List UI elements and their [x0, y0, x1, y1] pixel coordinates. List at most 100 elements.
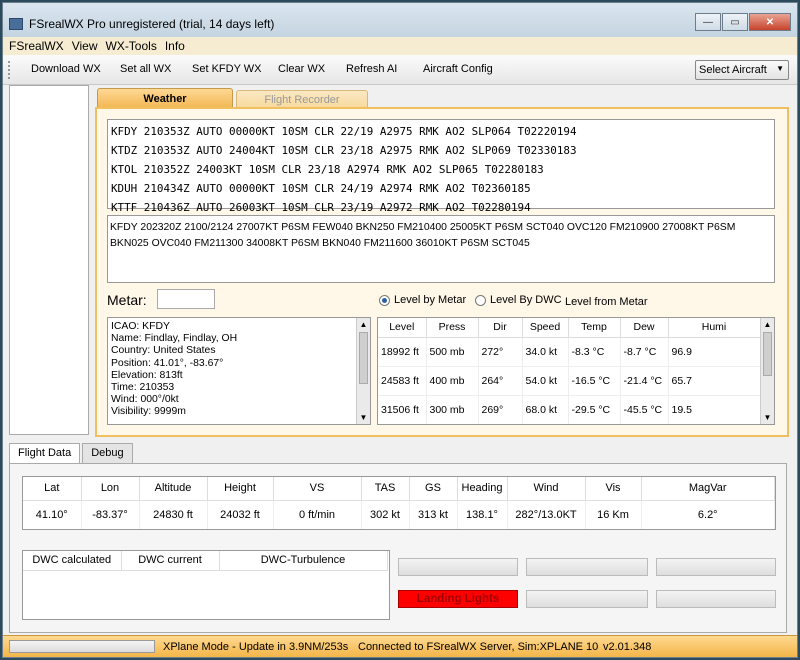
- radio-level-by-dwc[interactable]: Level By DWC: [475, 294, 562, 306]
- col-header[interactable]: Speed: [522, 318, 569, 338]
- scroll-up-icon[interactable]: ▲: [761, 318, 774, 331]
- height-value: 24032 ft: [207, 500, 274, 529]
- cell: 269°: [478, 395, 523, 424]
- cell: -29.5 °C: [568, 395, 621, 424]
- altitude-value: 24830 ft: [139, 500, 208, 529]
- table-row[interactable]: 18992 ft 500 mb 272° 34.0 kt -8.3 °C -8.…: [378, 337, 761, 367]
- col-header[interactable]: Level: [378, 318, 427, 338]
- metar-list[interactable]: KFDY 210353Z AUTO 00000KT 10SM CLR 22/19…: [107, 119, 775, 214]
- col-header[interactable]: Lat: [23, 477, 82, 501]
- col-header[interactable]: Dew: [620, 318, 669, 338]
- levels-header-row: Level Press Dir Speed Temp Dew Humi: [378, 318, 761, 338]
- col-header[interactable]: Press: [426, 318, 479, 338]
- levels-table[interactable]: Level Press Dir Speed Temp Dew Humi 1899…: [377, 317, 775, 425]
- close-button[interactable]: ✕: [749, 13, 791, 31]
- indicator: [398, 558, 518, 576]
- set-all-wx-button[interactable]: Set all WX: [120, 63, 171, 75]
- station-info-box[interactable]: ICAO: KFDY Name: Findlay, Findlay, OH Co…: [107, 317, 371, 425]
- indicator: [656, 558, 776, 576]
- col-header[interactable]: TAS: [361, 477, 410, 501]
- scroll-up-icon[interactable]: ▲: [357, 318, 370, 331]
- weather-panel: KFDY 210353Z AUTO 00000KT 10SM CLR 22/19…: [95, 107, 789, 437]
- col-header[interactable]: Height: [207, 477, 274, 501]
- cell: 500 mb: [426, 337, 479, 367]
- col-header[interactable]: Dir: [478, 318, 523, 338]
- scroll-down-icon[interactable]: ▼: [357, 411, 370, 424]
- radio-unselected-icon: [475, 294, 486, 306]
- cell: 18992 ft: [378, 337, 427, 367]
- scroll-thumb[interactable]: [763, 332, 772, 376]
- metar-input[interactable]: [157, 289, 215, 309]
- scrollbar[interactable]: ▲ ▼: [356, 318, 370, 424]
- col-header[interactable]: DWC-Turbulence: [219, 551, 388, 571]
- cell: 24583 ft: [378, 366, 427, 396]
- metar-line: KDUH 210434Z AUTO 00000KT 10SM CLR 24/19…: [111, 182, 531, 195]
- select-aircraft-dropdown[interactable]: Select Aircraft ▼: [695, 60, 789, 80]
- dwc-header-row: DWC calculated DWC current DWC-Turbulenc…: [23, 551, 388, 571]
- status-version: v2.01.348: [603, 641, 652, 653]
- indicator: [656, 590, 776, 608]
- info-line: Position: 41.01°, -83.67°: [111, 357, 224, 369]
- tab-weather[interactable]: Weather: [97, 88, 233, 108]
- cell: 65.7: [668, 366, 761, 396]
- info-line: ICAO: KFDY: [111, 321, 170, 332]
- col-header[interactable]: Heading: [457, 477, 508, 501]
- cell: 34.0 kt: [522, 337, 569, 367]
- scroll-thumb[interactable]: [359, 332, 368, 384]
- aircraft-config-button[interactable]: Aircraft Config: [423, 63, 493, 75]
- toolbar-grip[interactable]: [8, 61, 11, 79]
- tab-debug[interactable]: Debug: [82, 443, 133, 463]
- table-row[interactable]: 41.10° -83.37° 24830 ft 24032 ft 0 ft/mi…: [23, 500, 775, 529]
- cell: 31506 ft: [378, 395, 427, 424]
- table-row[interactable]: 24583 ft 400 mb 264° 54.0 kt -16.5 °C -2…: [378, 366, 761, 396]
- title-bar: FSrealWX Pro unregistered (trial, 14 day…: [3, 3, 797, 37]
- cell: 400 mb: [426, 366, 479, 396]
- col-header[interactable]: MagVar: [641, 477, 775, 501]
- download-wx-button[interactable]: Download WX: [31, 63, 101, 75]
- scroll-down-icon[interactable]: ▼: [761, 411, 774, 424]
- menu-wx-tools[interactable]: WX-Tools: [105, 39, 156, 53]
- flight-data-table[interactable]: Lat Lon Altitude Height VS TAS GS Headin…: [22, 476, 776, 530]
- menu-view[interactable]: View: [72, 39, 98, 53]
- tab-flight-recorder[interactable]: Flight Recorder: [236, 90, 368, 108]
- info-line: Name: Findlay, Findlay, OH: [111, 333, 238, 345]
- col-header[interactable]: Humi: [668, 318, 761, 338]
- radio-level-by-metar[interactable]: Level by Metar: [379, 294, 466, 306]
- col-header[interactable]: DWC current: [121, 551, 220, 571]
- vis-value: 16 Km: [585, 500, 642, 529]
- menu-bar: FSrealWX View WX-Tools Info: [3, 37, 797, 55]
- taf-text[interactable]: KFDY 202320Z 2100/2124 27007KT P6SM FEW0…: [107, 215, 775, 283]
- cell: 272°: [478, 337, 523, 367]
- progress-bar: [9, 640, 155, 653]
- cell: 19.5: [668, 395, 761, 424]
- col-header[interactable]: Temp: [568, 318, 621, 338]
- chevron-down-icon: ▼: [776, 64, 784, 73]
- gs-value: 313 kt: [409, 500, 458, 529]
- col-header[interactable]: Vis: [585, 477, 642, 501]
- info-line: Elevation: 813ft: [111, 369, 183, 381]
- col-header[interactable]: Wind: [507, 477, 586, 501]
- set-kfdy-wx-button[interactable]: Set KFDY WX: [192, 63, 261, 75]
- col-header[interactable]: Altitude: [139, 477, 208, 501]
- menu-fsrealwx[interactable]: FSrealWX: [9, 39, 64, 53]
- vs-value: 0 ft/min: [273, 500, 362, 529]
- menu-info[interactable]: Info: [165, 39, 185, 53]
- flight-data-panel: Lat Lon Altitude Height VS TAS GS Headin…: [9, 463, 787, 633]
- wind-value: 282°/13.0KT: [507, 500, 586, 529]
- tab-flight-data[interactable]: Flight Data: [9, 443, 81, 464]
- metar-line: KTDZ 210353Z AUTO 24004KT 10SM CLR 23/18…: [111, 144, 577, 157]
- landing-lights-indicator: Landing Lights: [398, 590, 518, 608]
- minimize-button[interactable]: —: [695, 13, 721, 31]
- refresh-ai-button[interactable]: Refresh AI: [346, 63, 397, 75]
- col-header[interactable]: Lon: [81, 477, 140, 501]
- cell: -8.7 °C: [620, 337, 669, 367]
- flight-data-header-row: Lat Lon Altitude Height VS TAS GS Headin…: [23, 477, 775, 501]
- col-header[interactable]: DWC calculated: [23, 551, 122, 571]
- scrollbar[interactable]: ▲ ▼: [760, 318, 774, 424]
- col-header[interactable]: VS: [273, 477, 362, 501]
- maximize-button[interactable]: ▭: [722, 13, 748, 31]
- col-header[interactable]: GS: [409, 477, 458, 501]
- clear-wx-button[interactable]: Clear WX: [278, 63, 325, 75]
- dwc-table[interactable]: DWC calculated DWC current DWC-Turbulenc…: [22, 550, 390, 620]
- table-row[interactable]: 31506 ft 300 mb 269° 68.0 kt -29.5 °C -4…: [378, 395, 761, 424]
